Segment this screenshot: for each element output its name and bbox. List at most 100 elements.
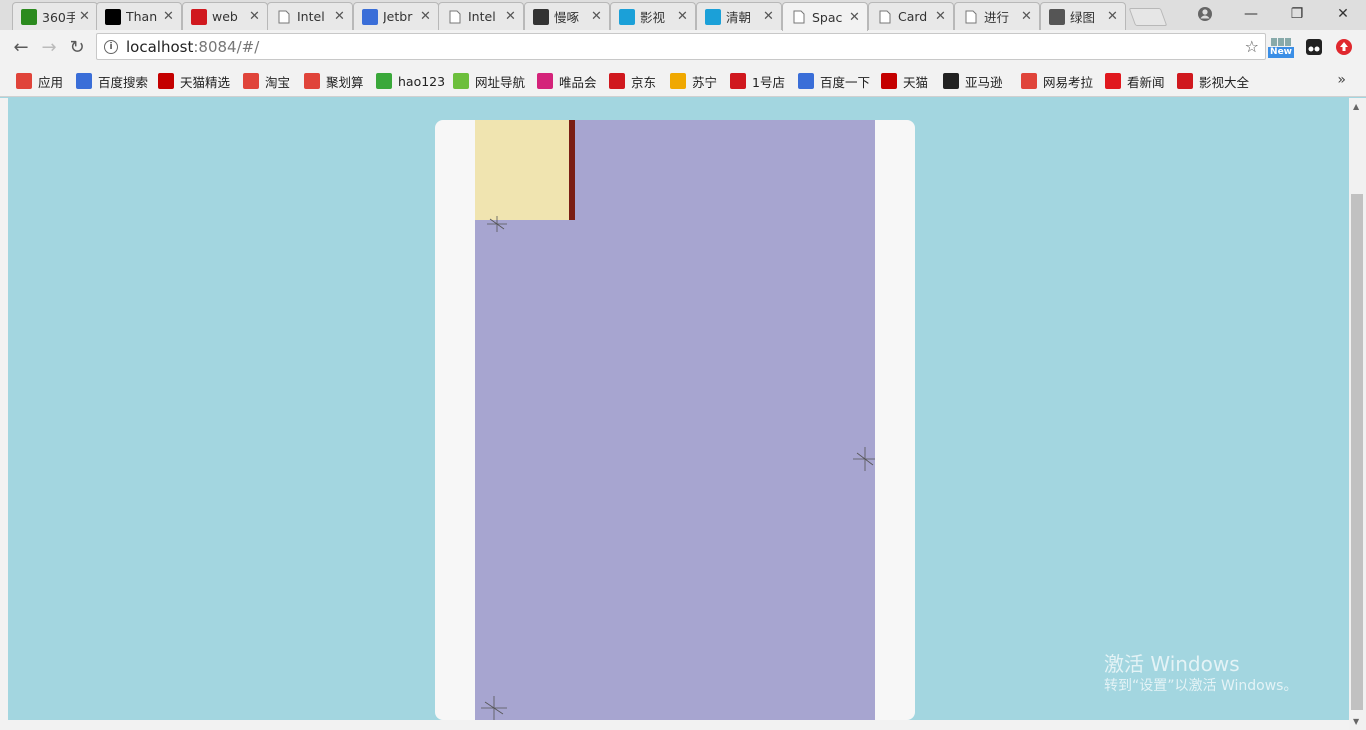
bookmark-5[interactable]: 聚划算 [304,72,364,90]
star-sparkle-icon [481,696,507,720]
bookmark-13[interactable]: 天猫 [881,72,928,90]
document-icon [276,9,292,25]
bookmark-11[interactable]: 1号店 [730,72,785,90]
document-icon [447,9,463,25]
tab-close-icon[interactable]: ✕ [935,9,947,24]
bookmark-label: 苏宁 [692,74,718,90]
tab-close-icon[interactable]: ✕ [591,9,603,24]
tab-7[interactable]: 慢啄 ✕ [524,2,610,30]
scroll-up-arrow-icon[interactable]: ▲ [1353,102,1359,111]
bookmark-label: 天猫精选 [180,74,231,90]
tab-11[interactable]: Card ✕ [868,2,954,30]
vertical-scrollbar[interactable]: ▲ ▼ [1349,98,1366,730]
minimize-button[interactable]: — [1228,0,1274,28]
bookmark-label: 亚马逊 [965,74,1003,90]
bookmark-15[interactable]: 网易考拉 [1021,72,1093,90]
kaola-icon [1021,73,1037,89]
tab-9[interactable]: 清朝 ✕ [696,2,782,30]
tab-3[interactable]: web ✕ [182,2,268,30]
vip-icon [537,73,553,89]
bookmark-7[interactable]: 网址导航 [453,72,525,90]
more-bookmarks-icon[interactable]: » [1337,72,1346,88]
adblock-icon[interactable] [1332,36,1356,58]
bookmark-star-icon[interactable]: ☆ [1245,37,1259,56]
tab-12[interactable]: 进行 ✕ [954,2,1040,30]
tab-close-icon[interactable]: ✕ [1107,9,1119,24]
bookmark-label: 看新闻 [1127,74,1165,90]
tab-label: Intel [297,9,325,24]
space-canvas[interactable] [475,120,875,720]
bookmark-label: 应用 [38,74,64,90]
tab-4[interactable]: Intel ✕ [267,2,353,30]
bookmark-label: 1号店 [752,74,785,90]
bookmark-4[interactable]: 淘宝 [243,72,290,90]
bookmark-10[interactable]: 苏宁 [670,72,717,90]
tab-strip: 360手 ✕ Than ✕ web ✕ Intel ✕ Jetbr ✕ Intel ✕ 慢啄 ✕ 影视 ✕ 清朝… [0,0,1366,31]
tab-5[interactable]: Jetbr ✕ [353,2,439,30]
360-browser-icon [21,8,37,25]
play-icon [1177,73,1193,89]
juhuasuan-icon [304,73,320,89]
amazon-icon [943,73,959,89]
apps-grid-icon [16,73,32,89]
bookmark-1[interactable]: 应用 [16,72,63,90]
bookmark-6[interactable]: hao123 [376,72,445,90]
scrollbar-thumb[interactable] [1351,194,1363,710]
document-icon [963,9,979,25]
bookmark-label: 百度一下 [820,74,871,90]
forward-button[interactable]: → [37,35,61,59]
tab-close-icon[interactable]: ✕ [334,9,346,24]
tab-10[interactable]: Spac ✕ [782,2,868,31]
yhd-icon [730,73,746,89]
bookmark-label: 天猫 [903,74,929,90]
bookmark-label: 网址导航 [475,74,526,90]
tab-6[interactable]: Intel ✕ [438,2,524,30]
bookmark-17[interactable]: 影视大全 [1177,72,1249,90]
tab-close-icon[interactable]: ✕ [1021,9,1033,24]
tab-close-icon[interactable]: ✕ [677,9,689,24]
planet-block [475,120,569,220]
bookmark-label: 百度搜索 [98,74,149,90]
new-badge: New [1268,46,1294,58]
bookmark-3[interactable]: 天猫精选 [158,72,230,90]
bookmark-8[interactable]: 唯品会 [537,72,597,90]
tampermonkey-icon[interactable] [1302,36,1326,58]
taobao-icon [243,73,259,89]
tab-close-icon[interactable]: ✕ [849,10,861,25]
bookmark-12[interactable]: 百度一下 [798,72,870,90]
tab-close-icon[interactable]: ✕ [249,9,261,24]
profile-icon[interactable] [1182,0,1228,28]
restore-button[interactable]: ❐ [1274,0,1320,28]
tab-2[interactable]: Than ✕ [96,2,182,30]
bookmark-9[interactable]: 京东 [609,72,656,90]
tab-close-icon[interactable]: ✕ [763,9,775,24]
bookmark-16[interactable]: 看新闻 [1105,72,1165,90]
bookmark-14[interactable]: 亚马逊 [943,72,1003,90]
star-sparkle-icon [853,447,875,471]
address-bar[interactable]: i localhost:8084/#/ ☆ [96,33,1266,60]
c-logo-icon [191,8,207,25]
tab-close-icon[interactable]: ✕ [505,9,517,24]
close-window-button[interactable]: ✕ [1320,0,1366,28]
tab-1[interactable]: 360手 ✕ [12,2,98,30]
windows-activation-title: 激活 Windows [1104,652,1240,676]
bookmark-2[interactable]: 百度搜索 [76,72,148,90]
new-extension-button[interactable]: New [1268,36,1294,58]
tab-13[interactable]: 绿图 ✕ [1040,2,1126,30]
tab-label: 清朝 [726,10,752,25]
tab-close-icon[interactable]: ✕ [420,9,432,24]
tab-close-icon[interactable]: ✕ [79,9,91,24]
tab-label: 慢啄 [554,10,580,25]
tab-close-icon[interactable]: ✕ [163,9,175,24]
new-tab-button[interactable] [1128,8,1168,26]
tmall-t-icon [881,73,897,89]
document-icon [791,9,807,25]
back-button[interactable]: ← [9,35,33,59]
tab-label: Than [126,9,158,24]
info-icon[interactable]: i [104,39,118,54]
window-bottom-edge [0,720,1349,730]
tab-8[interactable]: 影视 ✕ [610,2,696,30]
scroll-down-arrow-icon[interactable]: ▼ [1353,717,1359,726]
reload-button[interactable]: ↻ [65,35,89,59]
address-host: localhost [126,37,194,56]
